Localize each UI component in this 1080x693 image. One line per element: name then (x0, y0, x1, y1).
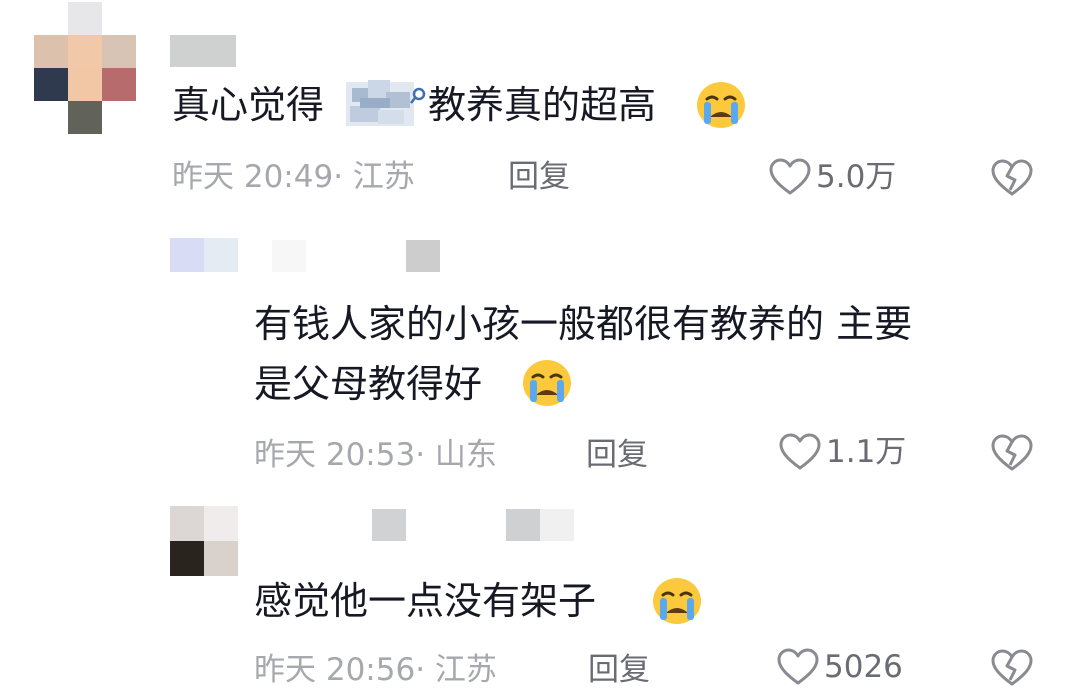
comment-text-line-2: 是父母教得好 (254, 362, 483, 406)
comment-text-before: 真心觉得 (172, 83, 325, 127)
like-count: 5026 (824, 649, 903, 685)
like-button[interactable]: 5.0万 (768, 157, 896, 197)
avatar[interactable] (170, 238, 238, 306)
comment-text: 感觉他一点没有架子 (254, 579, 597, 623)
reply-button[interactable]: 回复 (586, 435, 648, 475)
broken-heart-icon[interactable] (990, 648, 1034, 688)
heart-outline-icon (768, 157, 812, 197)
reply-button[interactable]: 回复 (588, 650, 650, 690)
comment-text-after: 教养真的超高 (428, 83, 657, 127)
avatar[interactable] (170, 506, 238, 576)
timestamp-location: 昨天 20:56· 江苏 (254, 652, 497, 688)
crying-face-emoji (694, 80, 748, 130)
timestamp-location: 昨天 20:49· 江苏 (172, 159, 415, 195)
like-count: 1.1万 (826, 434, 907, 470)
broken-heart-icon[interactable] (990, 433, 1034, 473)
comment-text: 真心觉得 (172, 78, 324, 132)
comment-text-line-1: 有钱人家的小孩一般都很有教养的 主要 (254, 302, 913, 346)
broken-heart-icon[interactable] (990, 158, 1034, 198)
crying-face-emoji (650, 576, 704, 626)
comment-thread: 真心觉得 教养真的超高 昨天 20:49· 江苏 回复 5.0万 有钱人家的小孩… (0, 0, 1080, 693)
like-button[interactable]: 5026 (776, 647, 903, 687)
like-button[interactable]: 1.1万 (778, 432, 906, 472)
username-blurred[interactable] (272, 509, 574, 541)
username-blurred[interactable] (170, 35, 236, 67)
reply-button[interactable]: 回复 (508, 157, 570, 197)
heart-outline-icon (776, 647, 820, 687)
heart-outline-icon (778, 432, 822, 472)
crying-face-emoji (520, 358, 574, 408)
username-blurred[interactable] (272, 240, 440, 272)
timestamp-location: 昨天 20:53· 山东 (254, 437, 497, 473)
masked-name-blur (346, 74, 426, 132)
like-count: 5.0万 (816, 159, 897, 195)
avatar[interactable] (34, 2, 136, 134)
